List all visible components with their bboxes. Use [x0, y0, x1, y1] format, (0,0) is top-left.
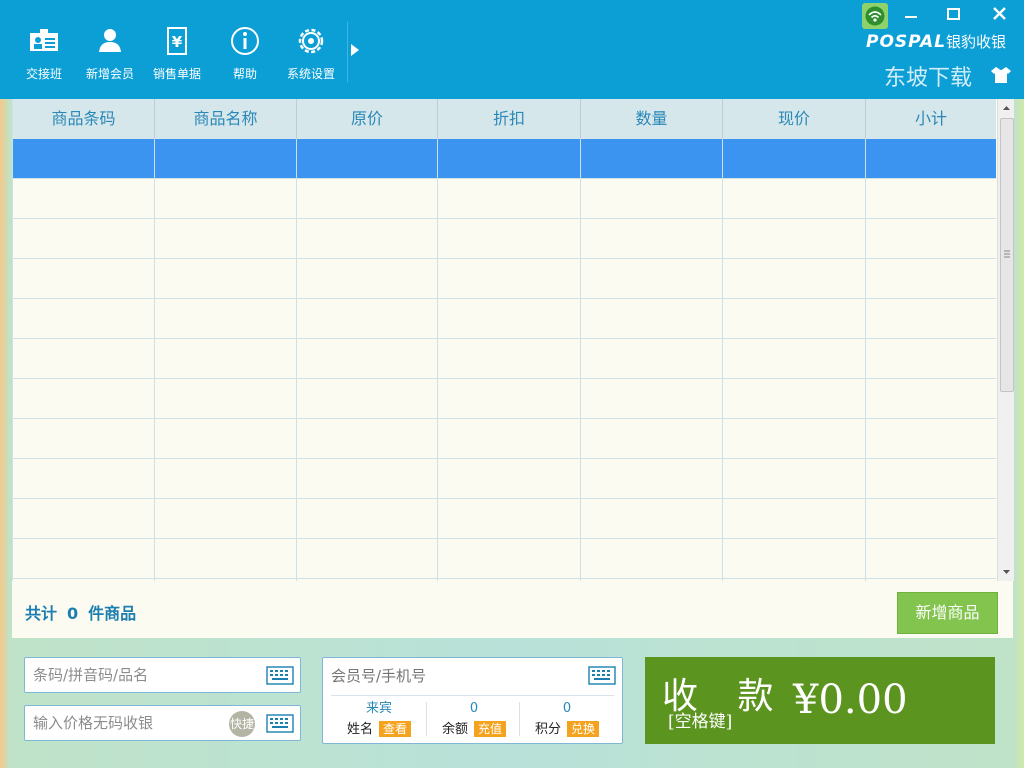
keyboard-icon[interactable]: [266, 666, 294, 685]
member-panel: 来宾 姓名查看 0 余额充值 0 积分兑换: [322, 657, 623, 744]
minimize-button[interactable]: [891, 4, 931, 26]
redeem-button[interactable]: 兑换: [567, 721, 600, 737]
help-button[interactable]: 帮助: [214, 22, 276, 84]
gear-icon: [298, 28, 324, 54]
table-row[interactable]: [13, 539, 996, 579]
column-header-current-price[interactable]: 现价: [723, 99, 866, 139]
member-name-cell: 来宾 姓名 查看: [331, 700, 427, 740]
vertical-scrollbar[interactable]: [997, 99, 1014, 581]
column-header-original-price[interactable]: 原价: [297, 99, 438, 139]
svg-text:¥: ¥: [172, 33, 183, 51]
toolbar-label: 系统设置: [286, 67, 335, 81]
logo-en: POSPAL: [866, 32, 947, 52]
scrollbar-thumb[interactable]: [1000, 118, 1014, 392]
table-header: 商品条码 商品名称 原价 折扣 数量 现价 小计: [13, 99, 996, 140]
shift-handover-button[interactable]: 交接班: [13, 22, 75, 84]
skin-shirt-icon[interactable]: [990, 66, 1012, 84]
table-row[interactable]: [13, 499, 996, 539]
barcode-search-field[interactable]: [24, 657, 301, 693]
table-row[interactable]: [13, 259, 996, 299]
barcode-search-input[interactable]: [33, 658, 253, 692]
close-button[interactable]: [980, 4, 1020, 26]
info-icon: [231, 27, 259, 55]
column-divider: [865, 139, 866, 581]
total-count: 0: [67, 604, 79, 623]
watermark-text: 东坡下载: [884, 66, 973, 91]
member-balance-label: 余额: [441, 722, 468, 737]
sales-receipt-icon: ¥: [167, 27, 187, 55]
add-member-button[interactable]: 新增会员: [79, 22, 141, 84]
column-divider: [296, 139, 297, 581]
total-suffix: 件商品: [88, 604, 137, 623]
table-row[interactable]: [13, 339, 996, 379]
table-row[interactable]: [13, 419, 996, 459]
table-row[interactable]: [13, 459, 996, 499]
wifi-status-icon[interactable]: [862, 3, 888, 29]
toolbar-more-arrow-icon[interactable]: [351, 44, 359, 56]
add-member-icon: [99, 29, 121, 52]
column-header-barcode[interactable]: 商品条码: [13, 99, 155, 139]
price-entry-input[interactable]: [33, 706, 223, 740]
sales-receipt-button[interactable]: ¥ 销售单据: [146, 22, 208, 84]
summary-bar: 共计 0 件商品 新增商品: [12, 581, 1013, 638]
scroll-up-arrow-icon[interactable]: [1000, 102, 1013, 115]
member-name-label: 姓名: [346, 722, 373, 737]
close-icon: [993, 7, 1006, 20]
member-name-value: 来宾: [365, 701, 392, 716]
checkout-amount: ¥0.00: [793, 677, 908, 723]
member-balance-value: 0: [469, 701, 479, 716]
minimize-icon: [905, 16, 917, 18]
member-points-value: 0: [562, 701, 572, 716]
keyboard-icon[interactable]: [588, 666, 616, 685]
quick-key-button[interactable]: 快捷: [229, 711, 255, 737]
top-toolbar: 交接班 新增会员 ¥ 销售单据 帮助 系统设置 POSPAL银豹收银 东坡下载: [0, 0, 1024, 99]
table-row[interactable]: [13, 299, 996, 339]
shift-handover-icon: [30, 29, 58, 51]
add-product-button[interactable]: 新增商品: [897, 592, 998, 634]
column-divider: [437, 139, 438, 581]
price-entry-field[interactable]: 快捷: [24, 705, 301, 741]
toolbar-divider: [347, 22, 348, 82]
item-total: 共计 0 件商品: [25, 600, 136, 624]
keyboard-icon[interactable]: [266, 714, 294, 733]
table-row[interactable]: [13, 219, 996, 259]
member-points-label: 积分: [534, 722, 561, 737]
maximize-button[interactable]: [933, 4, 973, 26]
column-header-discount[interactable]: 折扣: [438, 99, 581, 139]
checkout-button[interactable]: 收 款 [空格键] ¥0.00: [645, 657, 995, 744]
column-header-subtotal[interactable]: 小计: [866, 99, 996, 139]
table-row-selected[interactable]: [13, 139, 996, 179]
product-table: 商品条码 商品名称 原价 折扣 数量 现价 小计: [12, 99, 1014, 581]
table-row[interactable]: [13, 379, 996, 419]
total-prefix: 共计: [25, 604, 58, 623]
column-header-name[interactable]: 商品名称: [155, 99, 297, 139]
table-row[interactable]: [13, 179, 996, 219]
member-divider: [331, 695, 614, 696]
checkout-hotkey: [空格键]: [668, 712, 733, 732]
member-search-input[interactable]: [331, 660, 571, 692]
recharge-button[interactable]: 充值: [474, 721, 507, 737]
column-divider: [580, 139, 581, 581]
member-points-cell: 0 积分 兑换: [519, 700, 615, 740]
pospal-logo: POSPAL银豹收银: [866, 31, 1006, 52]
maximize-icon: [947, 8, 960, 20]
system-settings-button[interactable]: 系统设置: [280, 22, 342, 84]
column-divider: [722, 139, 723, 581]
column-divider: [154, 139, 155, 581]
member-balance-cell: 0 余额 充值: [426, 700, 522, 740]
logo-cn: 银豹收银: [946, 33, 1007, 51]
view-member-button[interactable]: 查看: [379, 721, 412, 737]
scroll-down-arrow-icon[interactable]: [1000, 565, 1013, 578]
column-header-quantity[interactable]: 数量: [581, 99, 723, 139]
